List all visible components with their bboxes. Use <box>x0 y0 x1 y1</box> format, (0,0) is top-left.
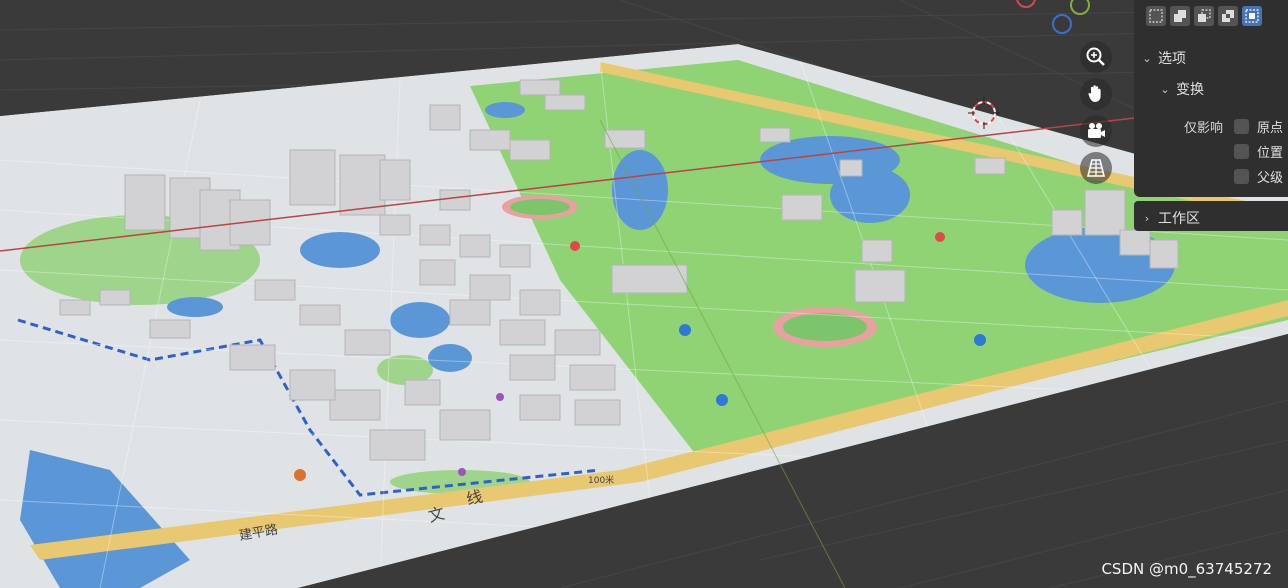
affect-only-label: 仅影响 <box>1184 121 1224 136</box>
select-mode-row <box>1146 6 1262 26</box>
chevron-down-icon: ⌄ <box>1142 51 1152 65</box>
scale-label: 100米 <box>588 474 614 486</box>
select-difference-icon[interactable] <box>1218 6 1238 26</box>
pin-icon <box>679 324 691 336</box>
workspace-label: 工作区 <box>1158 211 1200 227</box>
water-body <box>612 150 668 230</box>
hand-pan-icon[interactable] <box>1080 78 1112 110</box>
transform-subpanel-header[interactable]: ⌄ 变换 <box>1160 79 1204 99</box>
zoom-icon[interactable] <box>1080 41 1112 73</box>
water-body <box>485 102 525 118</box>
pin-icon <box>458 468 466 476</box>
select-subtract-icon[interactable] <box>1194 6 1214 26</box>
pin-icon <box>294 469 306 481</box>
pin-icon <box>496 393 504 401</box>
select-new-icon[interactable] <box>1146 6 1166 26</box>
sports-track <box>510 199 570 215</box>
perspective-grid-icon[interactable] <box>1080 152 1112 184</box>
checkbox-label: 父级 <box>1257 171 1284 186</box>
checkbox-label: 原点 <box>1257 121 1284 136</box>
checkbox-label: 位置 <box>1257 146 1284 161</box>
affect-locations-checkbox[interactable]: 位置 <box>1234 142 1283 161</box>
options-label: 选项 <box>1158 51 1186 67</box>
select-extend-icon[interactable] <box>1170 6 1190 26</box>
affect-parents-checkbox[interactable]: 父级 <box>1234 167 1283 186</box>
sidebar-panel: ⌄ 选项 ⌄ 变换 仅影响 原点 位置 父级 <box>1134 0 1288 197</box>
chevron-right-icon: › <box>1144 211 1150 225</box>
water-body <box>428 344 472 372</box>
gizmo-z-ball-icon[interactable] <box>1052 14 1072 34</box>
workspace-panel-header[interactable]: › 工作区 <box>1134 201 1288 231</box>
affect-origins-checkbox[interactable]: 原点 <box>1234 117 1283 136</box>
water-body <box>167 297 223 317</box>
select-intersect-icon[interactable] <box>1242 6 1262 26</box>
sports-track <box>783 313 867 341</box>
gizmo-y-ball-icon[interactable] <box>1070 0 1090 15</box>
checkbox-box[interactable] <box>1234 169 1249 184</box>
pin-icon <box>935 232 945 242</box>
pin-icon <box>974 334 986 346</box>
camera-icon[interactable] <box>1080 115 1112 147</box>
workspace-header[interactable]: › 工作区 <box>1142 208 1200 228</box>
checkbox-box[interactable] <box>1234 119 1249 134</box>
water-body <box>390 302 450 338</box>
water-body <box>300 232 380 268</box>
options-panel-header[interactable]: ⌄ 选项 <box>1142 48 1186 68</box>
chevron-down-icon: ⌄ <box>1160 82 1170 96</box>
pin-icon <box>570 241 580 251</box>
checkbox-box[interactable] <box>1234 144 1249 159</box>
pin-icon <box>716 394 728 406</box>
transform-label: 变换 <box>1176 82 1204 98</box>
gizmo-x-ball-icon[interactable] <box>1016 0 1036 8</box>
watermark: CSDN @m0_63745272 <box>1101 560 1272 578</box>
